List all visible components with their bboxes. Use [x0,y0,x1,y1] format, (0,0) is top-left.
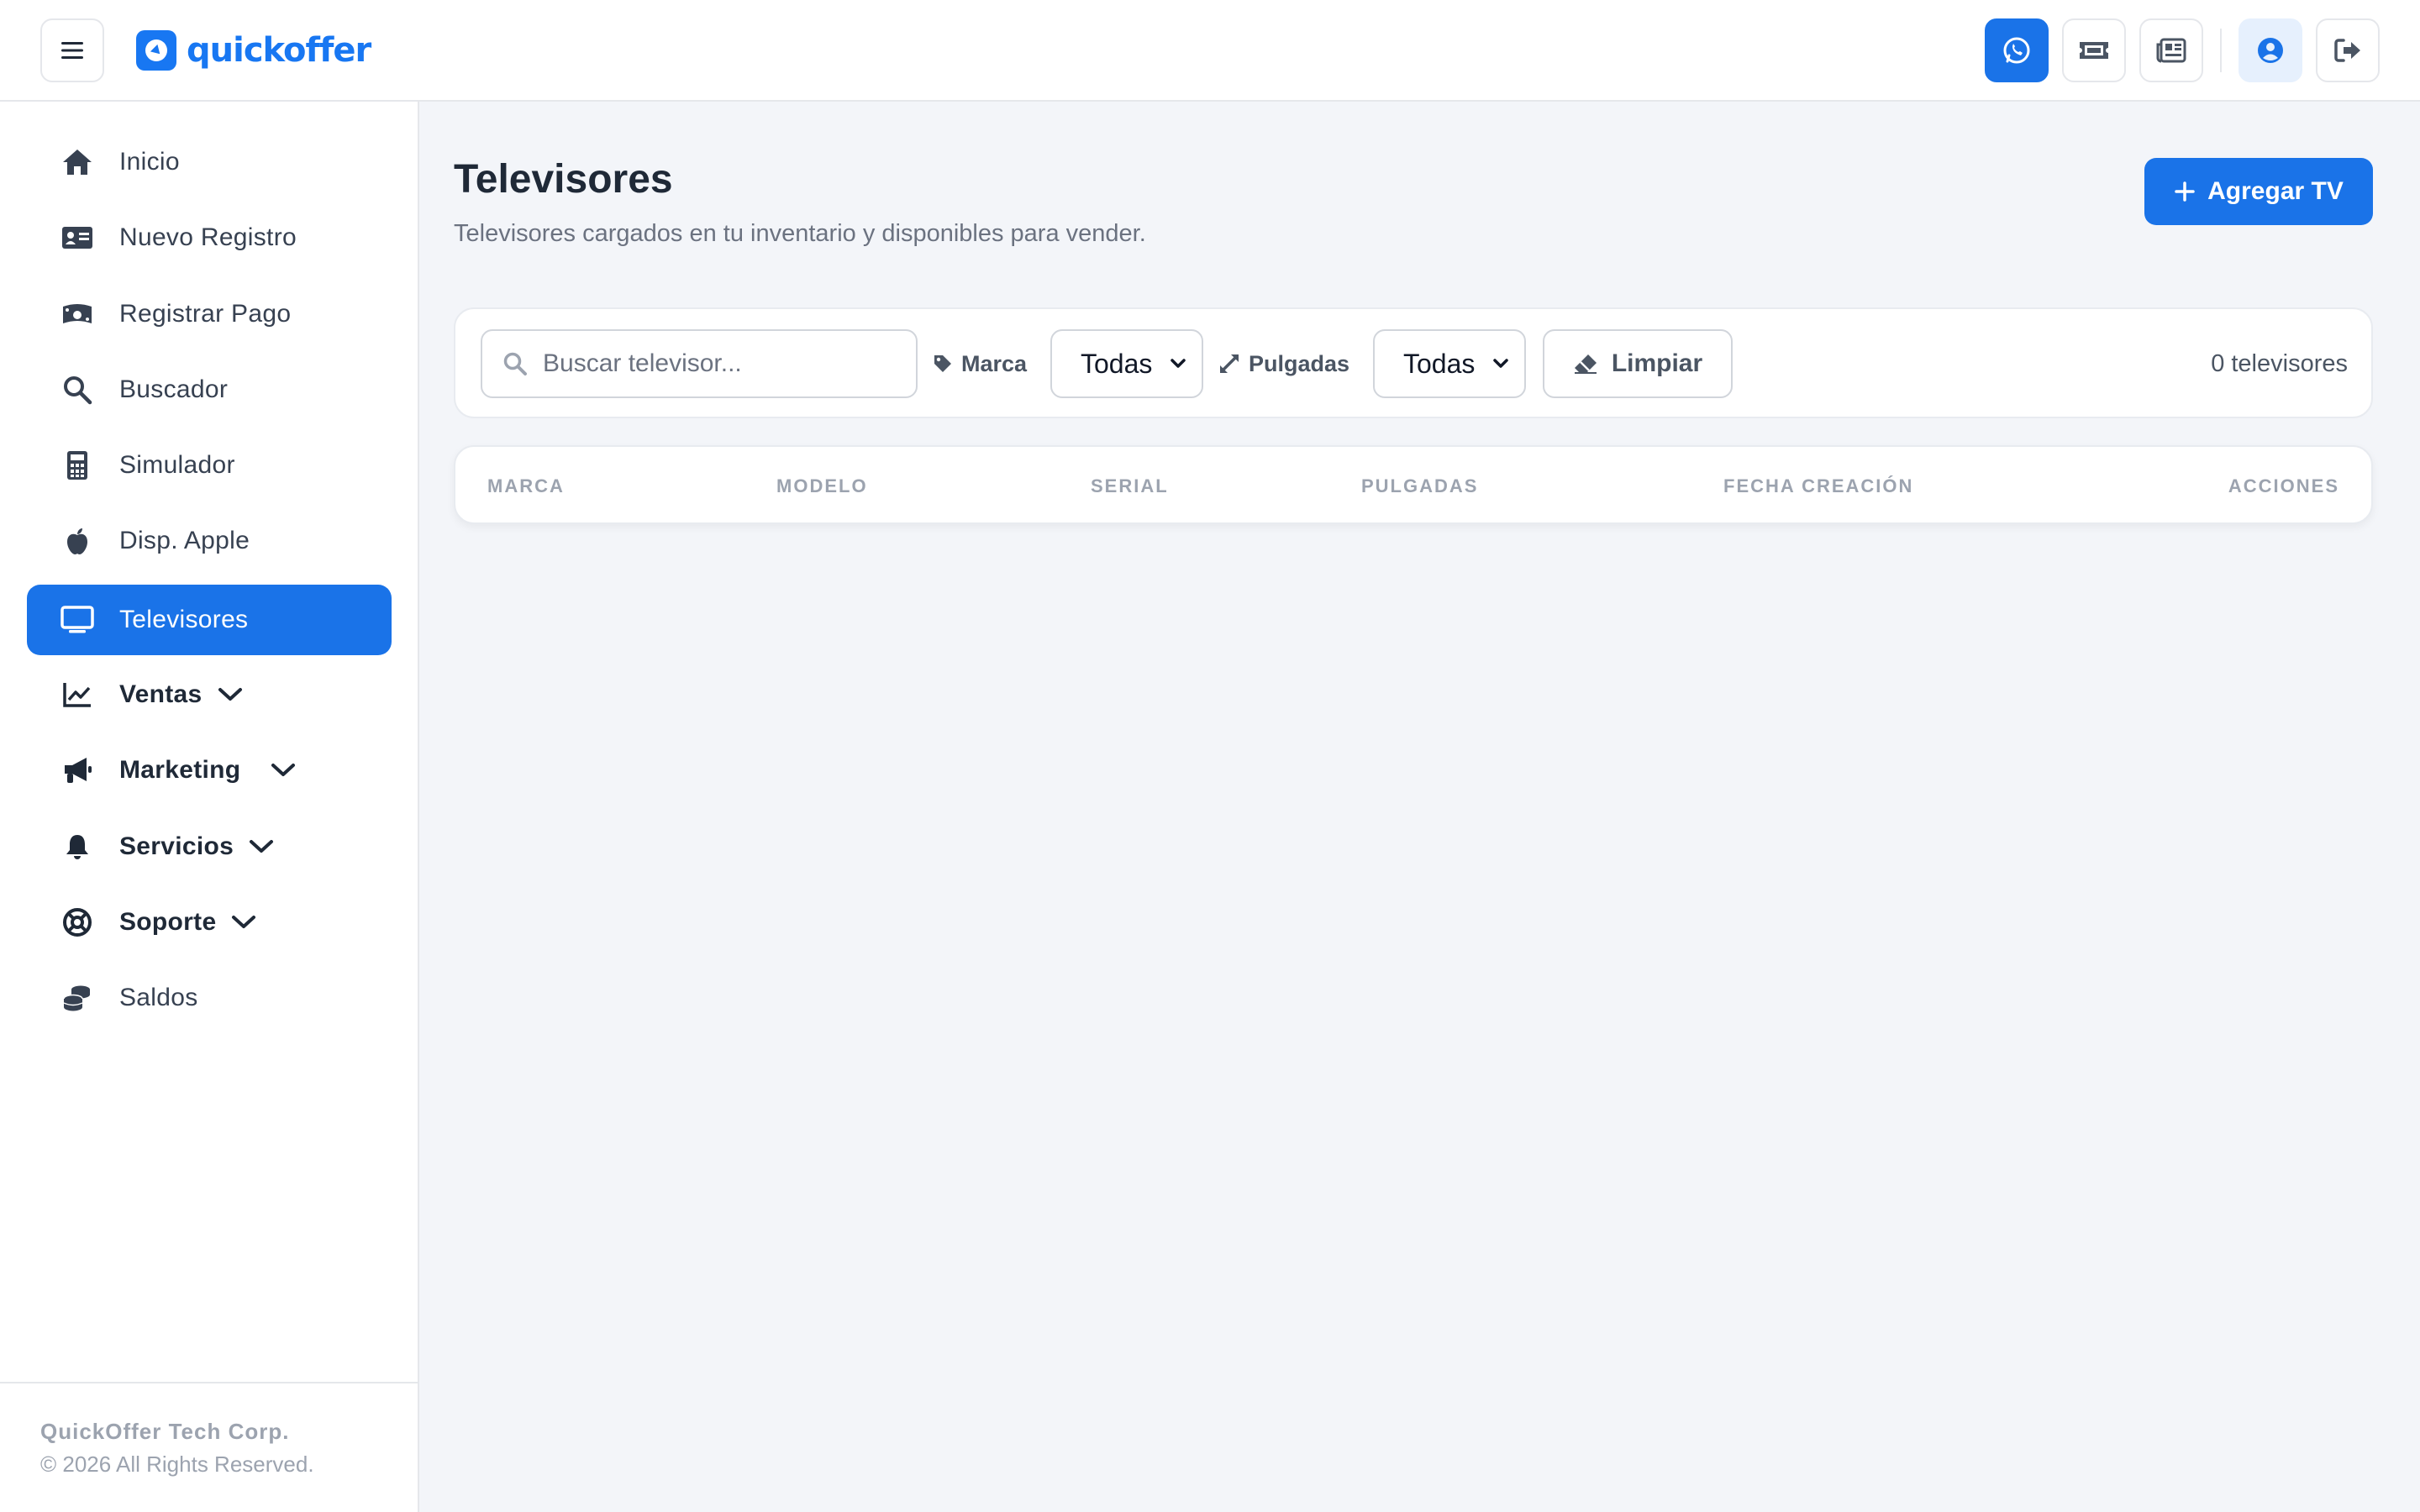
sidebar-item-ventas[interactable]: Ventas [27,659,392,730]
inches-select-value: Todas [1403,348,1476,379]
brand-filter-label: Marca [933,329,1027,398]
column-header-fecha-creacion[interactable]: FECHA CREACIÓN [1723,447,1913,526]
ticket-button[interactable] [2062,18,2126,82]
tv-icon [60,603,94,637]
eraser-icon [1574,354,1597,374]
bell-icon [60,830,94,864]
column-header-acciones: ACCIONES [2228,475,2339,496]
page-subtitle: Televisores cargados en tu inventario y … [454,220,1146,247]
logout-button[interactable] [2316,18,2380,82]
expand-arrows-icon [1220,354,1239,373]
page-title: Televisores [454,157,673,202]
chevron-down-icon[interactable] [271,763,296,778]
tag-icon [934,355,951,372]
sidebar-item-label: Inicio [119,148,180,176]
sidebar-item-nuevo-registro[interactable]: Nuevo Registro [27,202,392,273]
chevron-down-icon [1493,359,1508,368]
sidebar-item-marketing[interactable]: Marketing [27,735,392,806]
footer-rights: © 2026 All Rights Reserved. [40,1452,314,1477]
brand-label-text: Marca [961,350,1028,376]
sidebar-item-registrar-pago[interactable]: Registrar Pago [27,279,392,349]
search-icon [503,352,527,375]
line-chart-icon [60,678,94,711]
sidebar-item-disp-apple[interactable]: Disp. Apple [27,506,392,576]
top-bar: quickoffer [0,0,2420,102]
sidebar-item-label: Simulador [119,451,235,479]
column-header-serial[interactable]: SERIAL [1091,447,1169,526]
sidebar-item-label: Disp. Apple [119,527,250,554]
sidebar-item-saldos[interactable]: Saldos [27,963,392,1033]
news-button[interactable] [2139,18,2203,82]
brand-logo[interactable]: quickoffer [134,27,371,74]
logout-icon [2334,39,2360,62]
whatsapp-icon [2003,37,2030,64]
chevron-down-icon[interactable] [231,915,256,930]
column-header-modelo[interactable]: MODELO [776,447,868,526]
calculator-icon [60,449,94,482]
sidebar-item-label: Registrar Pago [119,300,292,328]
life-ring-icon [60,906,94,939]
search-icon [60,373,94,407]
sidebar-item-label: Servicios [119,832,234,860]
sidebar-item-buscador[interactable]: Buscador [27,354,392,425]
profile-button[interactable] [2238,18,2302,82]
filter-bar: Marca Todas Pulgadas Todas Limpiar 0 tel… [454,307,2373,418]
column-header-marca[interactable]: MARCA [487,447,565,526]
hamburger-icon [61,42,83,59]
search-input[interactable] [543,349,896,378]
coins-icon [60,981,94,1015]
sidebar: Inicio Nuevo Registro Registrar Pago Bus… [0,102,419,1512]
ticket-icon [2080,42,2108,59]
inches-select[interactable]: Todas [1373,329,1526,398]
logo-icon [136,30,176,71]
sidebar-item-label: Soporte [119,908,217,936]
sidebar-item-servicios[interactable]: Servicios [27,811,392,882]
results-count: 0 televisores [2211,349,2348,377]
search-field[interactable] [481,329,918,398]
sidebar-item-label: Televisores [119,606,249,633]
logo-text: quickoffer [187,31,371,70]
sidebar-item-label: Buscador [119,375,229,403]
top-bar-divider [2220,29,2222,72]
footer-company: QuickOffer Tech Corp. [40,1419,290,1444]
chevron-down-icon[interactable] [218,687,243,702]
apple-icon [60,524,94,558]
whatsapp-button[interactable] [1985,18,2049,82]
chevron-down-icon [1171,359,1186,368]
clear-filters-label: Limpiar [1611,349,1703,377]
megaphone-icon [60,753,94,787]
sidebar-item-simulador[interactable]: Simulador [27,430,392,501]
clear-filters-button[interactable]: Limpiar [1543,329,1733,398]
sidebar-item-inicio[interactable]: Inicio [27,127,392,197]
money-bill-icon [60,297,94,331]
chevron-down-icon[interactable] [249,839,274,854]
sidebar-item-televisores[interactable]: Televisores [27,585,392,655]
add-tv-label: Agregar TV [2207,177,2344,205]
brand-select-value: Todas [1081,348,1153,379]
inches-filter-label: Pulgadas [1218,329,1349,398]
sidebar-item-label: Nuevo Registro [119,223,297,251]
sidebar-footer: QuickOffer Tech Corp. © 2026 All Rights … [0,1382,418,1512]
column-header-pulgadas[interactable]: PULGADAS [1361,447,1478,526]
sidebar-item-label: Marketing [119,756,241,784]
newspaper-icon [2156,38,2186,63]
brand-select[interactable]: Todas [1050,329,1203,398]
sidebar-item-soporte[interactable]: Soporte [27,887,392,958]
tv-table: MARCA MODELO SERIAL PULGADAS FECHA CREAC… [454,445,2373,524]
plus-icon [2175,181,2195,202]
menu-toggle-button[interactable] [40,18,104,82]
id-card-icon [60,221,94,255]
home-icon [60,145,94,179]
inches-label-text: Pulgadas [1249,350,1350,376]
user-circle-icon [2258,38,2283,63]
sidebar-item-label: Ventas [119,680,203,708]
sidebar-item-label: Saldos [119,984,198,1011]
add-tv-button[interactable]: Agregar TV [2144,158,2373,225]
